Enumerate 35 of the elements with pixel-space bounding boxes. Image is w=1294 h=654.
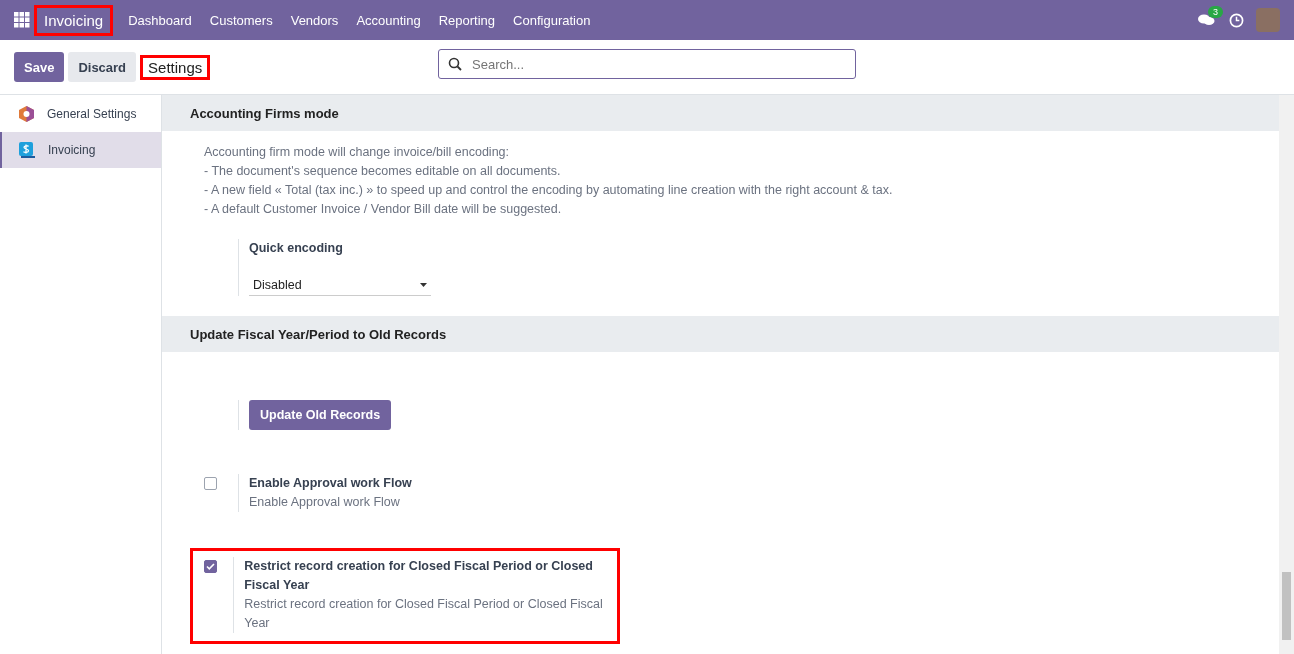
clock-icon[interactable]	[1229, 12, 1244, 28]
update-old-records-button[interactable]: Update Old Records	[249, 400, 392, 430]
discard-button[interactable]: Discard	[68, 52, 137, 82]
section-description: Accounting firm mode will change invoice/bill encoding: - The document's sequence becomes editable on all documents. - A new field « Total (tax inc.) » to speed up and control the encoding by automating line creation with the right account & tax. - A default Customer Invoice / Vendor Bill date will be suggested.	[204, 144, 894, 218]
search-icon	[448, 57, 462, 71]
checkmark-icon	[206, 563, 215, 570]
scrollbar[interactable]	[1279, 95, 1294, 654]
breadcrumb: Settings	[140, 54, 211, 80]
app-grid-icon[interactable]	[14, 12, 30, 28]
setting-help: Restrict record creation for Closed Fiscal Period or Closed Fiscal Year	[244, 596, 603, 632]
section-header: Accounting Firms mode	[162, 95, 1279, 131]
menu-item[interactable]: Dashboard	[119, 12, 201, 28]
menu-item[interactable]: Configuration	[504, 12, 600, 28]
setting-label: Restrict record creation for Closed Fiscal Period or Closed Fiscal Year	[244, 558, 594, 594]
chat-icon[interactable]	[1198, 13, 1215, 27]
sidebar-item[interactable]: General Settings	[0, 96, 161, 132]
section-header: Update Fiscal Year/Period to Old Records	[162, 316, 1279, 352]
setting-label: Quick encoding	[249, 240, 344, 257]
setting-help: Enable Approval work Flow	[249, 494, 401, 511]
menu-item[interactable]: Accounting	[347, 12, 430, 28]
menu-item[interactable]: Customers	[200, 12, 282, 28]
save-button[interactable]: Save	[14, 52, 65, 82]
search-field[interactable]: Search...	[438, 49, 856, 79]
menu-item[interactable]: Vendors	[281, 12, 348, 28]
caret-icon	[420, 282, 427, 287]
menu-item[interactable]: Reporting	[429, 12, 505, 28]
setting-label: Enable Approval work Flow	[249, 475, 412, 492]
select-field[interactable]: Disabled	[249, 274, 431, 296]
checkbox[interactable]	[204, 477, 217, 490]
app-name[interactable]: Invoicing	[34, 4, 114, 36]
message-count-badge: 3	[1208, 6, 1223, 18]
checkbox[interactable]	[204, 560, 217, 573]
sidebar-item[interactable]: Invoicing	[0, 132, 161, 168]
hexagon-logo-icon	[18, 105, 35, 123]
invoice-icon	[18, 141, 36, 159]
